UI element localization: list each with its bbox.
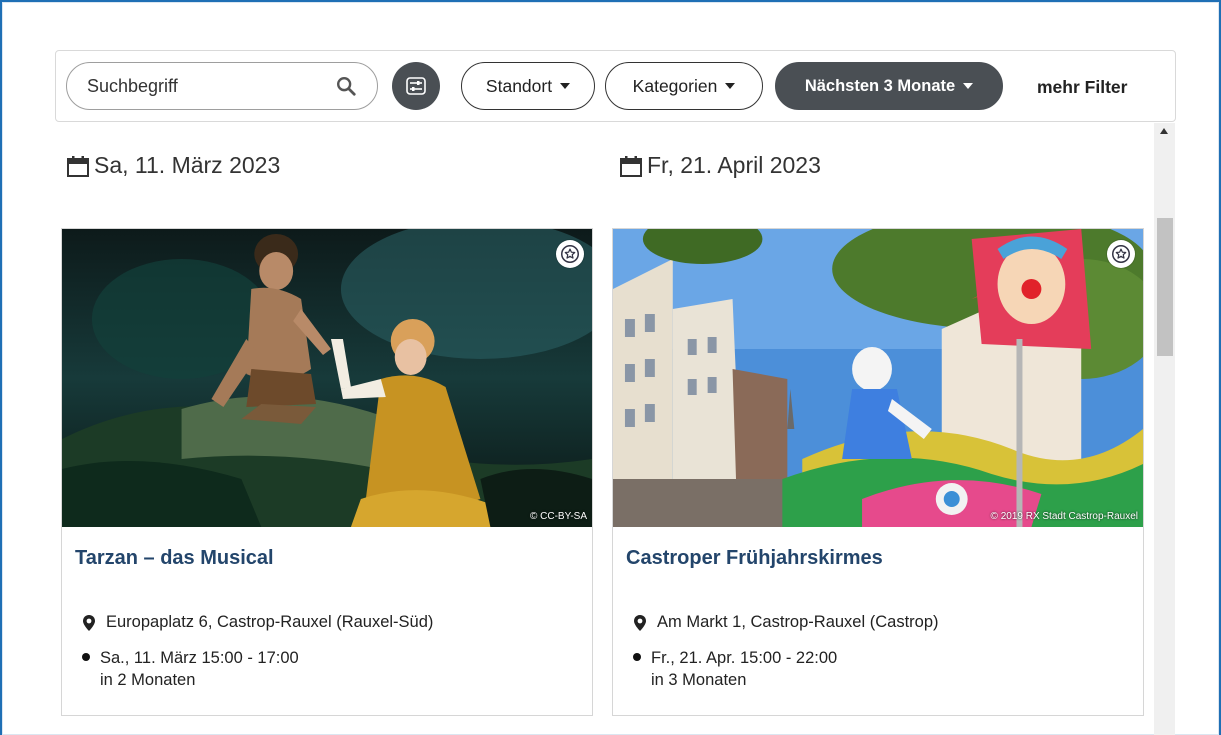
- event-address: Europaplatz 6, Castrop-Rauxel (Rauxel-Sü…: [82, 613, 433, 632]
- search-input[interactable]: [87, 75, 335, 97]
- location-dropdown[interactable]: Standort: [461, 62, 595, 110]
- address-text: Am Markt 1, Castrop-Rauxel (Castrop): [657, 613, 939, 631]
- location-label: Standort: [485, 75, 553, 96]
- period-dropdown[interactable]: Nächsten 3 Monate: [775, 62, 1003, 110]
- sliders-icon: [406, 77, 426, 95]
- filter-bar: Standort Kategorien Nächsten 3 Monate me…: [55, 50, 1176, 122]
- event-address: Am Markt 1, Castrop-Rauxel (Castrop): [633, 613, 939, 632]
- event-image[interactable]: © 2019 RX Stadt Castrop-Rauxel: [613, 229, 1143, 527]
- map-pin-icon: [634, 614, 646, 631]
- address-text: Europaplatz 6, Castrop-Rauxel (Rauxel-Sü…: [106, 613, 434, 631]
- relative-time-text: in 2 Monaten: [100, 671, 196, 689]
- relative-time-text: in 3 Monaten: [651, 671, 747, 689]
- chevron-down-icon: [560, 83, 571, 89]
- image-copyright: © 2019 RX Stadt Castrop-Rauxel: [990, 511, 1138, 522]
- fair-ride-photo: [613, 229, 1143, 527]
- category-label: Kategorien: [632, 75, 718, 96]
- event-datetime: Fr., 21. Apr. 15:00 - 22:00 in 3 Monaten: [633, 647, 837, 691]
- star-icon: [561, 245, 579, 263]
- map-pin-icon: [83, 614, 95, 631]
- star-icon: [1112, 245, 1130, 263]
- search-icon[interactable]: [335, 75, 357, 97]
- bullet-icon: [82, 653, 90, 661]
- date-header: Fr, 21. April 2023: [619, 152, 821, 179]
- calendar-icon: [67, 155, 89, 177]
- category-dropdown[interactable]: Kategorien: [605, 62, 763, 110]
- image-copyright: © CC-BY-SA: [529, 511, 587, 522]
- event-image[interactable]: © CC-BY-SA: [62, 229, 592, 527]
- event-datetime: Sa., 11. März 15:00 - 17:00 in 2 Monaten: [82, 647, 299, 691]
- date-header-text: Fr, 21. April 2023: [647, 152, 821, 178]
- period-label: Nächsten 3 Monate: [804, 76, 956, 95]
- scrollbar[interactable]: [1154, 123, 1175, 735]
- bullet-icon: [633, 653, 641, 661]
- favorite-button[interactable]: [556, 240, 584, 268]
- scrollbar-thumb[interactable]: [1157, 218, 1173, 356]
- musical-stage-photo: [62, 229, 592, 527]
- event-title[interactable]: Castroper Frühjahrskirmes: [626, 547, 883, 570]
- date-header: Sa, 11. März 2023: [66, 152, 280, 179]
- event-title[interactable]: Tarzan – das Musical: [75, 547, 274, 570]
- time-text: Sa., 11. März 15:00 - 17:00: [100, 649, 299, 667]
- scroll-up-arrow-icon[interactable]: [1160, 128, 1168, 134]
- chevron-down-icon: [725, 83, 736, 89]
- filter-settings-button[interactable]: [392, 62, 440, 110]
- chevron-down-icon: [963, 83, 974, 89]
- favorite-button[interactable]: [1107, 240, 1135, 268]
- date-header-text: Sa, 11. März 2023: [94, 152, 281, 178]
- search-box[interactable]: [66, 62, 378, 110]
- event-card[interactable]: © 2019 RX Stadt Castrop-Rauxel Castroper…: [612, 228, 1144, 716]
- time-text: Fr., 21. Apr. 15:00 - 22:00: [651, 649, 838, 667]
- more-filters-link[interactable]: mehr Filter: [1037, 77, 1127, 98]
- event-card[interactable]: © CC-BY-SA Tarzan – das Musical Europapl…: [61, 228, 593, 716]
- calendar-icon: [620, 155, 642, 177]
